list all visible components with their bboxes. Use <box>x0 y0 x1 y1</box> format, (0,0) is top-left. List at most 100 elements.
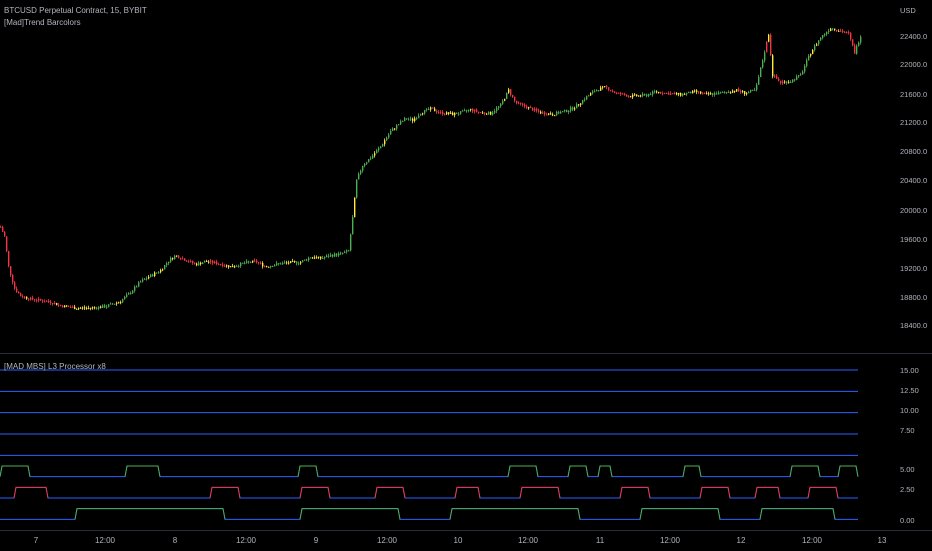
osc-tick: 2.50 <box>900 485 915 494</box>
candle-body <box>630 96 632 98</box>
candle-body <box>10 266 12 275</box>
candle-body <box>538 110 540 112</box>
candle-body <box>610 90 612 92</box>
osc-tick: 10.00 <box>900 406 919 415</box>
candle-body <box>268 266 270 268</box>
candle-body <box>502 100 504 104</box>
candle-body <box>460 111 462 114</box>
candle-body <box>554 115 556 117</box>
candle-body <box>704 93 706 95</box>
oscillator-chart[interactable] <box>0 354 896 530</box>
candle-body <box>310 257 312 259</box>
candle-body <box>632 94 634 98</box>
currency-label: USD <box>900 6 916 15</box>
candle-body <box>664 92 666 94</box>
candle-body <box>814 45 816 51</box>
time-tick: 9 <box>313 536 319 545</box>
candle-body <box>504 98 506 101</box>
candle-body <box>696 90 698 92</box>
candle-body <box>518 102 520 104</box>
candle-body <box>452 112 454 116</box>
candle-body <box>244 263 246 265</box>
candle-body <box>746 93 748 95</box>
candle-body <box>822 35 824 38</box>
price-axis[interactable]: USD 22400.0 22000.0 21600.0 21200.0 2080… <box>896 0 932 530</box>
candle-body <box>368 159 370 163</box>
oscillator-title[interactable]: [MAD MBS] L3 Processor x8 <box>4 362 106 372</box>
candle-body <box>772 55 774 77</box>
candle-body <box>414 118 416 121</box>
candle-body <box>526 106 528 109</box>
osc-tick: 5.00 <box>900 465 915 474</box>
candle-body <box>804 66 806 72</box>
candle-body <box>364 164 366 166</box>
candle-body <box>26 296 28 299</box>
indicator-title[interactable]: [Mad]Trend Barcolors <box>4 18 81 28</box>
candle-body <box>566 109 568 113</box>
candle-body <box>176 255 178 257</box>
candle-body <box>736 89 738 92</box>
candle-body <box>558 111 560 114</box>
time-axis[interactable]: 7 12:00 8 12:00 9 12:00 10 12:00 11 12:0… <box>0 530 932 551</box>
candle-body <box>326 255 328 258</box>
candle-body <box>36 300 38 302</box>
candle-body <box>586 96 588 100</box>
candle-body <box>836 30 838 32</box>
oscillator-pane[interactable]: [MAD MBS] L3 Processor x8 <box>0 354 932 530</box>
candle-body <box>686 93 688 95</box>
candle-body <box>680 92 682 96</box>
candle-body <box>778 78 780 81</box>
candle-body <box>798 75 800 77</box>
candle-body <box>468 109 470 111</box>
candle-body <box>820 37 822 41</box>
candle-body <box>270 265 272 268</box>
candle-body <box>344 251 346 253</box>
candle-body <box>230 266 232 268</box>
candle-body <box>100 306 102 308</box>
price-candles-chart[interactable] <box>0 0 896 353</box>
symbol-title[interactable]: BTCUSD Perpetual Contract, 15, BYBIT <box>4 6 147 16</box>
candle-body <box>608 87 610 91</box>
candle-body <box>226 265 228 267</box>
time-tick: 12:00 <box>235 536 257 545</box>
candle-body <box>806 60 808 67</box>
candle-body <box>544 112 546 115</box>
candle-body <box>32 297 34 300</box>
candle-body <box>202 262 204 265</box>
candle-body <box>402 121 404 123</box>
oscillator-active-segment <box>209 486 241 499</box>
candle-body <box>860 36 862 43</box>
candle-body <box>280 263 282 265</box>
oscillator-active-segment <box>13 486 49 499</box>
candle-body <box>568 110 570 113</box>
candle-body <box>534 108 536 111</box>
candle-body <box>774 75 776 77</box>
candle-body <box>196 263 198 266</box>
candle-body <box>162 269 164 271</box>
candle-body <box>788 82 790 84</box>
candle-body <box>828 30 830 33</box>
candle-body <box>392 128 394 132</box>
candle-body <box>574 108 576 110</box>
candle-body <box>276 263 278 266</box>
candle-body <box>438 112 440 114</box>
candle-body <box>810 53 812 56</box>
candle-body <box>356 179 358 198</box>
candle-body <box>152 274 154 276</box>
candle-body <box>134 286 136 291</box>
candle-body <box>274 265 276 267</box>
candle-body <box>716 93 718 95</box>
candle-body <box>618 92 620 94</box>
main-chart-pane[interactable]: BTCUSD Perpetual Contract, 15, BYBIT [Ma… <box>0 0 932 353</box>
candle-body <box>50 301 52 304</box>
candle-body <box>790 82 792 84</box>
candle-body <box>748 92 750 94</box>
candle-body <box>194 263 196 265</box>
candle-body <box>222 264 224 267</box>
candle-body <box>792 79 794 83</box>
candle-body <box>404 118 406 122</box>
candle-body <box>136 286 138 288</box>
candle-body <box>506 92 508 99</box>
candle-body <box>2 226 4 232</box>
candle-body <box>258 262 260 264</box>
